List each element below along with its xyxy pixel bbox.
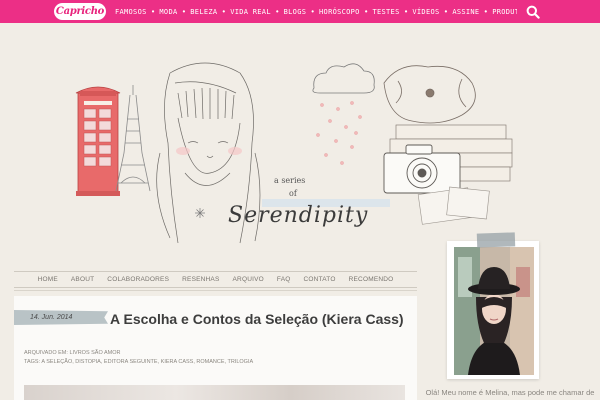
header-tagline-of: of <box>289 189 297 198</box>
nav-item-about[interactable]: ABOUT <box>71 276 94 283</box>
topnav-item-moda[interactable]: MODA <box>159 8 177 16</box>
topnav-item-famosos[interactable]: FAMOSOS <box>115 8 147 16</box>
post-archive-line: ARQUIVADO EM: LIVROS SÃO AMOR <box>24 349 253 358</box>
search-icon <box>526 5 540 19</box>
archived-label: ARQUIVADO EM: <box>24 350 68 356</box>
topnav-item-horoscopo[interactable]: HORÓSCOPO <box>319 8 360 16</box>
separator-dot: • <box>222 7 226 16</box>
header-tagline-a: a series <box>274 176 306 185</box>
blog-title[interactable]: Serendipity <box>228 203 368 228</box>
nav-item-resenhas[interactable]: RESENHAS <box>182 276 219 283</box>
author-bio: Olá! Meu nome é Melina, mas pode me cham… <box>425 388 595 397</box>
tags-links[interactable]: A SELEÇÃO, DISTOPIA, EDITORA SEGUINTE, K… <box>41 359 253 365</box>
post-image[interactable] <box>24 385 405 400</box>
separator-dot: • <box>275 7 279 16</box>
separator-dot: • <box>484 7 488 16</box>
phone-booth-illustration <box>75 86 121 196</box>
separator-dot: • <box>182 7 186 16</box>
nav-item-home[interactable]: HOME <box>38 276 58 283</box>
topnav-item-beleza[interactable]: BELEZA <box>190 8 217 16</box>
nav-divider <box>14 290 417 291</box>
author-photo-image <box>454 247 534 375</box>
cloud-illustration <box>312 63 375 94</box>
top-bar: Capricho FAMOSOS • MODA • BELEZA • VIDA … <box>0 0 600 23</box>
topnav-item-assine[interactable]: ASSINE <box>452 8 479 16</box>
top-nav: FAMOSOS • MODA • BELEZA • VIDA REAL • BL… <box>115 0 517 23</box>
nav-item-contato[interactable]: CONTATO <box>304 276 336 283</box>
nav-item-colaboradores[interactable]: COLABORADORES <box>107 276 169 283</box>
nav-item-faq[interactable]: FAQ <box>277 276 291 283</box>
separator-dot: • <box>404 7 408 16</box>
main-nav: HOME ABOUT COLABORADORES RESENHAS ARQUIV… <box>14 271 417 288</box>
topnav-item-videos[interactable]: VÍDEOS <box>412 8 439 16</box>
sparkle-icon <box>195 208 205 218</box>
topnav-item-testes[interactable]: TESTES <box>373 8 400 16</box>
post-title[interactable]: A Escolha e Contos da Seleção (Kiera Cas… <box>24 310 409 328</box>
header-drawing <box>75 62 513 244</box>
author-photo[interactable] <box>454 247 534 375</box>
hearts-illustration <box>316 101 362 165</box>
eiffel-tower-illustration <box>115 85 151 192</box>
nav-item-arquivo[interactable]: ARQUIVO <box>233 276 264 283</box>
post-meta: ARQUIVADO EM: LIVROS SÃO AMOR TAGS: A SE… <box>24 349 253 367</box>
separator-dot: • <box>444 7 448 16</box>
nav-item-recomendo[interactable]: RECOMENDO <box>349 276 394 283</box>
topnav-item-vida-real[interactable]: VIDA REAL <box>230 8 271 16</box>
blog-header-illustration[interactable]: a series of Serendipity <box>0 23 600 268</box>
post-tags-line: TAGS: A SELEÇÃO, DISTOPIA, EDITORA SEGUI… <box>24 358 253 367</box>
blog-post: 14. Jun. 2014 A Escolha e Contos da Sele… <box>14 296 417 400</box>
topnav-item-produtos[interactable]: PRODUTOS CH <box>492 8 517 16</box>
separator-dot: • <box>151 7 155 16</box>
tags-label: TAGS: <box>24 359 41 365</box>
separator-dot: • <box>364 7 368 16</box>
dog-illustration <box>383 65 476 124</box>
search-button[interactable] <box>524 3 542 21</box>
archived-category-link[interactable]: LIVROS SÃO AMOR <box>69 350 120 356</box>
capricho-logo[interactable]: Capricho <box>54 3 106 20</box>
topnav-item-blogs[interactable]: BLOGS <box>284 8 307 16</box>
photo-tape <box>476 232 516 248</box>
separator-dot: • <box>311 7 315 16</box>
